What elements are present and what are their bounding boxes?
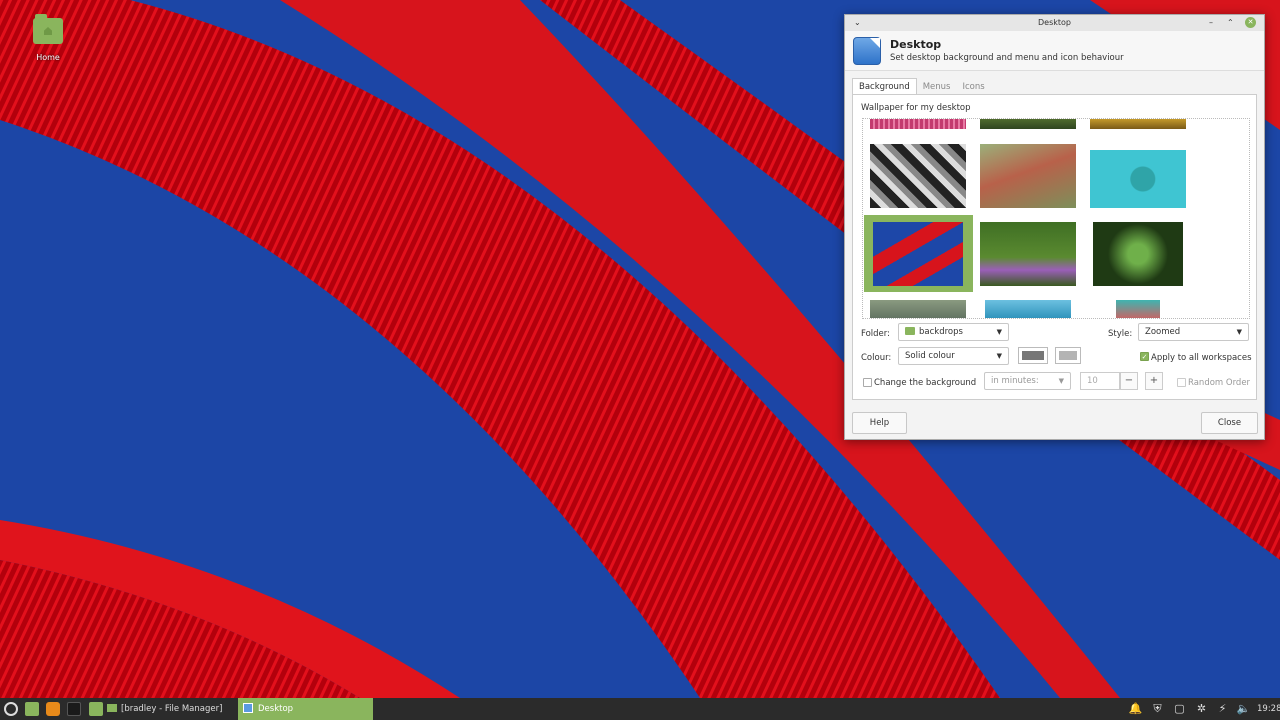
colour-label: Colour: [861, 353, 892, 363]
desktop-home-icon[interactable]: Home [25, 14, 71, 62]
taskbar-item-file-manager[interactable]: [bradley - File Manager] [107, 698, 232, 720]
wallpaper-thumb[interactable] [980, 144, 1076, 208]
interval-select[interactable]: in minutes: ▼ [984, 372, 1071, 390]
interval-number-input[interactable]: 10 [1080, 372, 1120, 390]
desktop-home-label: Home [36, 53, 60, 62]
wallpaper-thumb[interactable] [980, 222, 1076, 286]
menu-icon[interactable] [4, 702, 18, 716]
folder-icon [905, 327, 915, 335]
apply-all-checkbox[interactable]: ✓ [1140, 352, 1149, 361]
wallpaper-thumb-selected[interactable] [873, 222, 963, 286]
window-header: Desktop Set desktop background and menu … [845, 31, 1264, 71]
clock[interactable]: 19:28 [1257, 698, 1280, 720]
wallpaper-thumb[interactable] [980, 119, 1076, 129]
taskbar-item-label: [bradley - File Manager] [121, 704, 223, 714]
tab-background[interactable]: Background [852, 78, 917, 95]
close-window-icon[interactable]: ✕ [1245, 17, 1256, 28]
header-subtitle: Set desktop background and menu and icon… [890, 53, 1124, 63]
increment-button[interactable]: + [1145, 372, 1163, 390]
wallpaper-gallery[interactable] [862, 118, 1250, 319]
taskbar-item-desktop[interactable]: Desktop [238, 698, 373, 720]
wallpaper-thumb[interactable] [1090, 119, 1186, 129]
folder-value: backdrops [919, 327, 963, 337]
random-order-label: Random Order [1188, 378, 1251, 388]
close-button[interactable]: Close [1201, 412, 1258, 434]
shield-icon[interactable]: ⛨ [1150, 701, 1165, 716]
style-value: Zoomed [1145, 327, 1181, 337]
taskbar-item-label: Desktop [258, 704, 294, 714]
notifications-icon[interactable]: 🔔 [1128, 701, 1143, 716]
primary-colour-button[interactable] [1018, 347, 1048, 364]
colour-value: Solid colour [905, 351, 955, 361]
random-order-checkbox[interactable] [1177, 378, 1186, 387]
show-desktop-icon[interactable] [25, 702, 39, 716]
chevron-down-icon: ▼ [1236, 328, 1242, 336]
home-folder-icon [33, 14, 63, 44]
wallpaper-thumb[interactable] [1090, 150, 1186, 208]
tab-bar: Background Menus Icons [852, 78, 991, 95]
maximize-icon[interactable]: ⌃ [1227, 17, 1234, 29]
wallpaper-thumb[interactable] [985, 300, 1071, 318]
display-icon[interactable]: ▢ [1172, 701, 1187, 716]
help-button[interactable]: Help [852, 412, 907, 434]
chevron-down-icon: ▼ [996, 352, 1002, 360]
folder-label: Folder: [861, 329, 890, 339]
background-panel: Wallpaper for my desktop Folder: backdro… [852, 94, 1257, 400]
window-menu-icon[interactable]: ⌄ [854, 15, 861, 31]
colour-select[interactable]: Solid colour ▼ [898, 347, 1009, 365]
style-label: Style: [1108, 329, 1133, 339]
wallpaper-thumb[interactable] [870, 144, 966, 208]
minimize-icon[interactable]: – [1209, 17, 1213, 29]
volume-icon[interactable]: 🔈 [1236, 701, 1251, 716]
wallpaper-thumb[interactable] [1116, 300, 1160, 318]
change-background-checkbox[interactable] [863, 378, 872, 387]
window-title: Desktop [1038, 18, 1071, 27]
folder-select[interactable]: backdrops ▼ [898, 323, 1009, 341]
header-title: Desktop [890, 38, 942, 51]
taskbar: [bradley - File Manager] Desktop 🔔 ⛨ ▢ ✲… [0, 698, 1280, 720]
decrement-button[interactable]: − [1120, 372, 1138, 390]
chevron-down-icon: ▼ [996, 328, 1002, 336]
style-select[interactable]: Zoomed ▼ [1138, 323, 1249, 341]
files-icon[interactable] [89, 702, 103, 716]
terminal-icon[interactable] [67, 702, 81, 716]
secondary-colour-button[interactable] [1055, 347, 1081, 364]
desktop-settings-icon [243, 703, 253, 713]
desktop-settings-icon [853, 37, 881, 65]
interval-value: in minutes: [991, 376, 1039, 386]
network-icon[interactable]: ✲ [1194, 701, 1209, 716]
chevron-down-icon: ▼ [1058, 377, 1064, 385]
wallpaper-label: Wallpaper for my desktop [861, 103, 971, 113]
change-background-label: Change the background [874, 378, 977, 388]
firefox-icon[interactable] [46, 702, 60, 716]
desktop-settings-window: ⌄ Desktop – ⌃ ✕ Desktop Set desktop back… [844, 14, 1265, 440]
wallpaper-thumb[interactable] [1093, 222, 1183, 286]
folder-icon [107, 704, 117, 712]
apply-all-label: Apply to all workspaces [1151, 353, 1252, 363]
wallpaper-thumb[interactable] [870, 119, 966, 129]
power-icon[interactable]: ⚡ [1215, 701, 1230, 716]
window-titlebar[interactable]: ⌄ Desktop – ⌃ ✕ [845, 15, 1264, 31]
wallpaper-thumb[interactable] [870, 300, 966, 318]
